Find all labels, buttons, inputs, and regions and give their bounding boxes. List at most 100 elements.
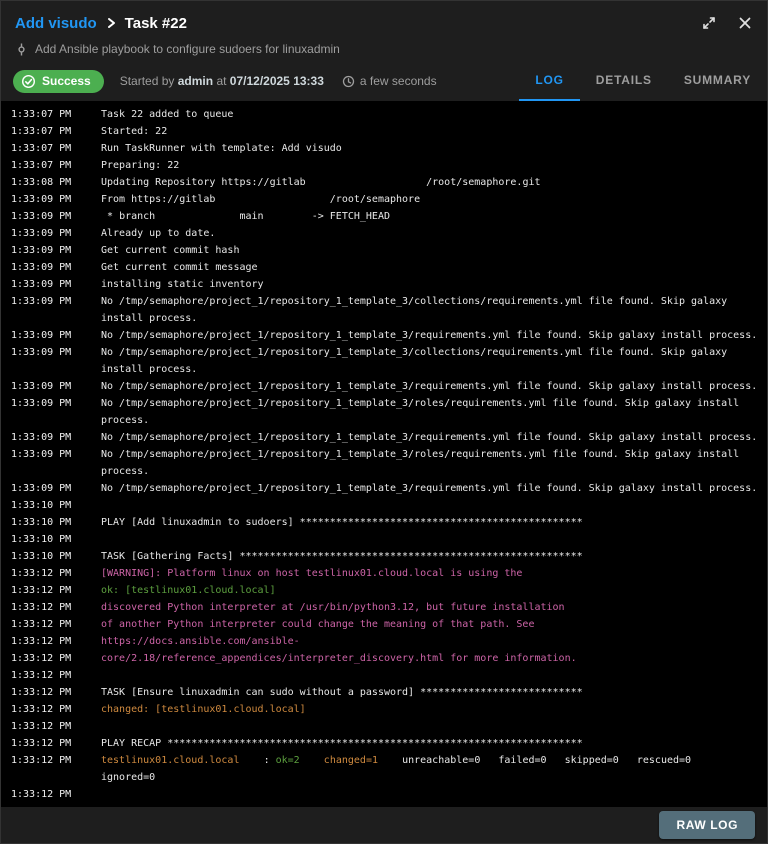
- log-message: discovered Python interpreter at /usr/bi…: [101, 599, 760, 616]
- duration: a few seconds: [342, 74, 437, 88]
- log-line: 1:33:09 PMNo /tmp/semaphore/project_1/re…: [11, 293, 767, 327]
- log-timestamp: 1:33:09 PM: [11, 208, 101, 225]
- log-timestamp: 1:33:07 PM: [11, 123, 101, 140]
- log-line: 1:33:09 PMNo /tmp/semaphore/project_1/re…: [11, 344, 767, 378]
- raw-log-button[interactable]: RAW LOG: [659, 811, 755, 839]
- tab-log[interactable]: LOG: [519, 61, 579, 101]
- log-timestamp: 1:33:08 PM: [11, 174, 101, 191]
- log-line: 1:33:12 PMof another Python interpreter …: [11, 616, 767, 633]
- redacted-text: [215, 194, 329, 205]
- status-badge: Success: [13, 70, 104, 93]
- log-timestamp: 1:33:09 PM: [11, 378, 101, 395]
- log-line: 1:33:09 PMNo /tmp/semaphore/project_1/re…: [11, 378, 767, 395]
- started-by-text: Started by admin at 07/12/2025 13:33: [120, 74, 324, 88]
- log-timestamp: 1:33:09 PM: [11, 446, 101, 463]
- task-title: Task #22: [125, 15, 187, 32]
- check-circle-icon: [21, 74, 36, 89]
- close-icon[interactable]: [737, 15, 753, 31]
- log-line: 1:33:12 PMdiscovered Python interpreter …: [11, 599, 767, 616]
- log-line: 1:33:09 PMFrom https://gitlab /root/sema…: [11, 191, 767, 208]
- duration-text: a few seconds: [360, 74, 437, 88]
- log-message: TASK [Gathering Facts] *****************…: [101, 548, 760, 565]
- log-message: core/2.18/reference_appendices/interpret…: [101, 650, 760, 667]
- log-message: PLAY [Add linuxadmin to sudoers] *******…: [101, 514, 760, 531]
- commit-message-row: Add Ansible playbook to configure sudoer…: [15, 37, 753, 61]
- log-timestamp: 1:33:10 PM: [11, 497, 101, 514]
- log-message: No /tmp/semaphore/project_1/repository_1…: [101, 446, 760, 480]
- log-line: 1:33:09 PMinstalling static inventory: [11, 276, 767, 293]
- log-line: 1:33:09 PMAlready up to date.: [11, 225, 767, 242]
- log-timestamp: 1:33:09 PM: [11, 276, 101, 293]
- log-message: No /tmp/semaphore/project_1/repository_1…: [101, 293, 760, 327]
- log-timestamp: 1:33:12 PM: [11, 667, 101, 684]
- log-timestamp: 1:33:12 PM: [11, 616, 101, 633]
- log-line: 1:33:12 PM: [11, 786, 767, 803]
- modal-header: Add visudo Task #22: [1, 1, 767, 61]
- log-timestamp: 1:33:12 PM: [11, 650, 101, 667]
- header-actions: [701, 15, 753, 31]
- log-timestamp: 1:33:09 PM: [11, 327, 101, 344]
- log-timestamp: 1:33:12 PM: [11, 684, 101, 701]
- log-message: of another Python interpreter could chan…: [101, 616, 760, 633]
- log-line: 1:33:12 PMtestlinux01.cloud.local : ok=2…: [11, 752, 767, 786]
- log-message: Run TaskRunner with template: Add visudo: [101, 140, 760, 157]
- log-line: 1:33:12 PMchanged: [testlinux01.cloud.lo…: [11, 701, 767, 718]
- log-line: 1:33:07 PMRun TaskRunner with template: …: [11, 140, 767, 157]
- log-message: No /tmp/semaphore/project_1/repository_1…: [101, 378, 760, 395]
- log-timestamp: 1:33:09 PM: [11, 242, 101, 259]
- log-timestamp: 1:33:09 PM: [11, 395, 101, 412]
- log-message: No /tmp/semaphore/project_1/repository_1…: [101, 480, 760, 497]
- log-timestamp: 1:33:12 PM: [11, 718, 101, 735]
- log-message: Get current commit message: [101, 259, 760, 276]
- log-line: 1:33:10 PM: [11, 531, 767, 548]
- log-timestamp: 1:33:12 PM: [11, 599, 101, 616]
- log-line: 1:33:12 PMhttps://docs.ansible.com/ansib…: [11, 633, 767, 650]
- log-line: 1:33:09 PMNo /tmp/semaphore/project_1/re…: [11, 429, 767, 446]
- log-timestamp: 1:33:09 PM: [11, 480, 101, 497]
- tab-summary[interactable]: SUMMARY: [668, 61, 767, 101]
- log-line: 1:33:12 PMTASK [Ensure linuxadmin can su…: [11, 684, 767, 701]
- log-message: installing static inventory: [101, 276, 760, 293]
- log-message: Updating Repository https://gitlab /root…: [101, 174, 760, 191]
- log-message: changed: [testlinux01.cloud.local]: [101, 701, 760, 718]
- log-timestamp: 1:33:10 PM: [11, 548, 101, 565]
- log-line: 1:33:09 PMGet current commit hash: [11, 242, 767, 259]
- expand-icon[interactable]: [701, 15, 717, 31]
- log-timestamp: 1:33:07 PM: [11, 140, 101, 157]
- modal-footer: RAW LOG: [1, 807, 767, 843]
- log-message: Started: 22: [101, 123, 760, 140]
- log-timestamp: 1:33:12 PM: [11, 633, 101, 650]
- log-line: 1:33:08 PMUpdating Repository https://gi…: [11, 174, 767, 191]
- log-line: 1:33:12 PMok: [testlinux01.cloud.local]: [11, 582, 767, 599]
- log-line: 1:33:09 PMGet current commit message: [11, 259, 767, 276]
- log-output[interactable]: 1:33:07 PMTask 22 added to queue1:33:07 …: [1, 101, 767, 807]
- log-message: https://docs.ansible.com/ansible-: [101, 633, 760, 650]
- log-line: 1:33:12 PMPLAY RECAP *******************…: [11, 735, 767, 752]
- log-message: No /tmp/semaphore/project_1/repository_1…: [101, 327, 760, 344]
- clock-icon: [342, 75, 355, 88]
- log-message: Preparing: 22: [101, 157, 760, 174]
- log-timestamp: 1:33:12 PM: [11, 565, 101, 582]
- log-line: 1:33:07 PMStarted: 22: [11, 123, 767, 140]
- breadcrumb-template-link[interactable]: Add visudo: [15, 15, 97, 32]
- log-message: * branch main -> FETCH_HEAD: [101, 208, 760, 225]
- chevron-right-icon: [104, 16, 118, 30]
- log-line: 1:33:10 PMTASK [Gathering Facts] *******…: [11, 548, 767, 565]
- log-line: 1:33:12 PM[WARNING]: Platform linux on h…: [11, 565, 767, 582]
- log-message: testlinux01.cloud.local : ok=2 changed=1…: [101, 752, 760, 786]
- log-line: 1:33:09 PM * branch main -> FETCH_HEAD: [11, 208, 767, 225]
- task-modal: Add visudo Task #22: [0, 0, 768, 844]
- log-timestamp: 1:33:07 PM: [11, 106, 101, 123]
- commit-message: Add Ansible playbook to configure sudoer…: [35, 42, 340, 56]
- log-timestamp: 1:33:10 PM: [11, 514, 101, 531]
- log-line: 1:33:07 PMTask 22 added to queue: [11, 106, 767, 123]
- tab-details[interactable]: DETAILS: [580, 61, 668, 101]
- log-message: [WARNING]: Platform linux on host testli…: [101, 565, 760, 582]
- log-timestamp: 1:33:09 PM: [11, 344, 101, 361]
- commit-icon: [15, 43, 28, 56]
- log-timestamp: 1:33:12 PM: [11, 582, 101, 599]
- log-line: 1:33:12 PM: [11, 667, 767, 684]
- log-timestamp: 1:33:09 PM: [11, 259, 101, 276]
- log-message: Get current commit hash: [101, 242, 760, 259]
- log-line: 1:33:10 PM: [11, 497, 767, 514]
